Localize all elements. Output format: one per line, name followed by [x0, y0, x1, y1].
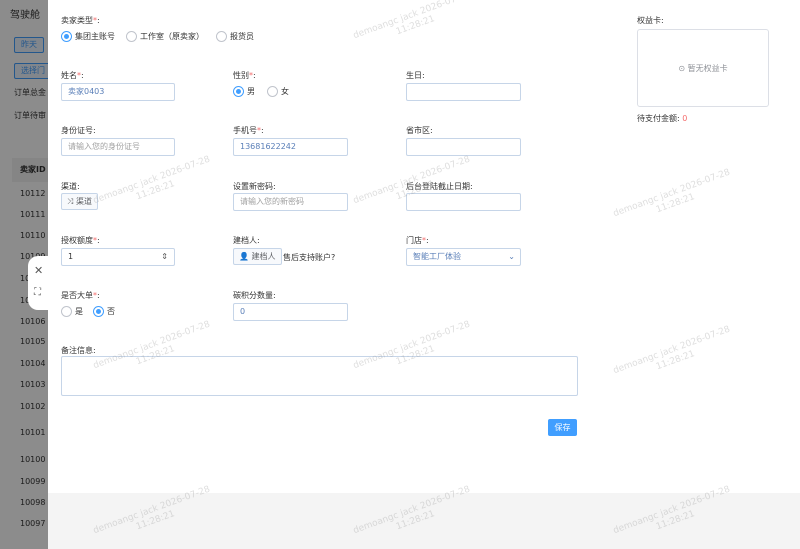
channel-label: 渠道:: [61, 182, 80, 191]
creator-button[interactable]: 👤 建档人: [233, 248, 282, 265]
radio-unchecked-icon: [126, 31, 137, 42]
big-order-radio-no[interactable]: 否: [93, 306, 115, 317]
location-pin-icon: ⊙: [678, 63, 686, 73]
seller-type-radio-studio[interactable]: 工作室（原卖家）: [126, 31, 204, 42]
chevron-down-icon: ⌄: [508, 252, 515, 261]
region-label: 省市区:: [406, 126, 433, 135]
shuffle-icon: ⤨: [67, 197, 76, 206]
big-order-label: 是否大单*:: [61, 291, 100, 300]
radio-unchecked-icon: [216, 31, 227, 42]
region-input[interactable]: [406, 138, 521, 156]
radio-checked-icon: [61, 31, 72, 42]
radio-checked-icon: [93, 306, 104, 317]
store-select[interactable]: 智能工厂体验 ⌄: [406, 248, 521, 266]
stepper-arrows-icon[interactable]: ⇕: [161, 249, 168, 265]
login-deadline-label: 后台登陆截止日期:: [406, 182, 473, 191]
user-icon: 👤: [239, 252, 249, 261]
store-label: 门店*:: [406, 236, 429, 245]
radio-checked-icon: [233, 86, 244, 97]
points-input[interactable]: 0: [233, 303, 348, 321]
creator-note: 售后支持账户?: [283, 253, 336, 262]
gender-label: 性别*:: [233, 71, 256, 80]
drawer-footer: [48, 493, 800, 549]
birthday-input[interactable]: [406, 83, 521, 101]
seller-type-radio-group-account[interactable]: 集团主账号: [61, 31, 115, 42]
radio-unchecked-icon: [61, 306, 72, 317]
phone-input[interactable]: 13681622242: [233, 138, 348, 156]
seller-type-radio-reporter[interactable]: 报货员: [216, 31, 254, 42]
close-icon[interactable]: ✕: [34, 264, 43, 277]
name-label: 姓名*:: [61, 71, 84, 80]
fullscreen-icon[interactable]: ⛶: [34, 287, 41, 298]
gender-radio-male[interactable]: 男: [233, 86, 255, 97]
remark-textarea[interactable]: [61, 356, 578, 396]
edit-seller-drawer: 卖家类型*: 集团主账号 工作室（原卖家） 报货员 姓名*: 卖家0403 性别…: [48, 0, 800, 549]
radio-unchecked-icon: [267, 86, 278, 97]
remark-label: 备注信息:: [61, 346, 96, 355]
channel-button[interactable]: ⤨ 渠道: [61, 193, 98, 210]
credit-number-input[interactable]: 1 ⇕: [61, 248, 175, 266]
seller-type-label: 卖家类型*:: [61, 16, 100, 25]
benefit-card-empty: ⊙ 暂无权益卡: [637, 29, 769, 107]
phone-label: 手机号*:: [233, 126, 264, 135]
birthday-label: 生日:: [406, 71, 425, 80]
new-password-input[interactable]: 请输入您的新密码: [233, 193, 348, 211]
big-order-radio-yes[interactable]: 是: [61, 306, 83, 317]
benefit-card-label: 权益卡:: [637, 16, 664, 25]
name-input[interactable]: 卖家0403: [61, 83, 175, 101]
new-password-label: 设置新密码:: [233, 182, 276, 191]
login-deadline-input[interactable]: [406, 193, 521, 211]
drawer-side-tools: ✕ ⛶: [28, 256, 50, 310]
gender-radio-female[interactable]: 女: [267, 86, 289, 97]
creator-label: 建档人:: [233, 236, 260, 245]
question-circle-icon[interactable]: ?: [331, 253, 335, 262]
credit-label: 授权额度*:: [61, 236, 100, 245]
idcard-label: 身份证号:: [61, 126, 96, 135]
points-label: 碳积分数量:: [233, 291, 276, 300]
idcard-input[interactable]: 请输入您的身份证号: [61, 138, 175, 156]
pending-payment: 待支付金额: 0: [637, 114, 688, 123]
save-button[interactable]: 保存: [548, 419, 577, 436]
